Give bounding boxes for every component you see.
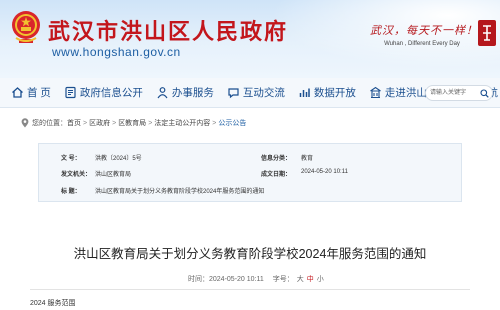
national-emblem-icon: [10, 8, 42, 46]
slogan-english: Wuhan , Different Every Day: [384, 41, 460, 47]
publish-time-label: 时间：: [188, 276, 209, 283]
main-nav: 首 页 政府信息公开 办事服务 互动交流 数据开放 走进洪山 站群导航: [0, 78, 500, 108]
site-url: www.hongshan.gov.cn: [52, 45, 181, 59]
publish-time-value: 2024-05-20 10:11: [209, 275, 264, 283]
doc-number-value: 洪教〔2024〕5号: [95, 156, 142, 162]
breadcrumb-public-content[interactable]: 法定主动公开内容: [154, 118, 210, 128]
category-value: 教育: [301, 156, 314, 162]
breadcrumb-separator: >: [212, 119, 217, 127]
site-header: 武汉市洪山区人民政府 www.hongshan.gov.cn 武汉，每天不一样！…: [0, 0, 500, 78]
article-title: 洪山区教育局关于划分义务教育阶段学校2024年服务范围的通知: [73, 247, 427, 261]
breadcrumb: 您的位置： 首页 > 区政府 > 区教育局 > 法定主动公开内容 > 公示公告: [21, 118, 246, 128]
breadcrumb-prefix: 您的位置：: [32, 120, 67, 127]
breadcrumb-district-government[interactable]: 区政府: [89, 118, 110, 128]
home-icon: [11, 86, 24, 99]
nav-government-info-label: 政府信息公开: [79, 87, 143, 99]
government-info-icon: [64, 86, 77, 99]
article-info-bar: 时间： 2024-05-20 10:11 字号： 大 中 小: [188, 274, 324, 284]
nav-home-label: 首 页: [27, 87, 51, 99]
issuing-agency-value: 洪山区教育局: [95, 172, 132, 178]
article-divider: [30, 289, 470, 290]
site-name[interactable]: 武汉市洪山区人民政府: [48, 14, 288, 46]
chat-icon: [227, 86, 240, 99]
site-search-box: [425, 85, 493, 101]
nav-open-data-label: 数据开放: [313, 87, 356, 99]
breadcrumb-announcements[interactable]: 公示公告: [218, 118, 246, 128]
category-label: 信息分类：: [261, 156, 292, 162]
breadcrumb-separator: >: [112, 119, 117, 127]
written-date-value: 2024-05-20 10:11: [301, 169, 348, 175]
nav-government-info[interactable]: 政府信息公开: [64, 78, 143, 108]
font-size-medium-button[interactable]: 中: [307, 274, 314, 284]
nav-interaction-label: 互动交流: [242, 87, 285, 99]
location-pin-icon: [21, 118, 29, 128]
city-slogan: 武汉，每天不一样！ Wuhan , Different Every Day: [370, 22, 478, 47]
search-input[interactable]: [430, 86, 480, 100]
nav-service-label: 办事服务: [171, 87, 214, 99]
font-size-large-button[interactable]: 大: [297, 274, 304, 284]
breadcrumb-education-bureau[interactable]: 区教育局: [118, 118, 146, 128]
font-size-small-button[interactable]: 小: [317, 274, 324, 284]
doc-number-label: 文 号：: [61, 156, 81, 162]
nav-interaction[interactable]: 互动交流: [227, 78, 285, 108]
wuhan-seal-logo: [478, 20, 496, 46]
breadcrumb-separator: >: [148, 119, 153, 127]
breadcrumb-separator: >: [83, 119, 88, 127]
data-icon: [298, 86, 311, 99]
breadcrumb-home[interactable]: 首页: [67, 118, 81, 128]
doc-title-label: 标 题：: [61, 189, 81, 195]
written-date-label: 成文日期：: [261, 172, 292, 178]
service-icon: [156, 86, 169, 99]
document-metadata-table: 文 号： 洪教〔2024〕5号 信息分类： 教育 发文机关： 洪山区教育局 成文…: [38, 143, 462, 202]
issuing-agency-label: 发文机关：: [61, 172, 92, 178]
slogan-chinese: 武汉，每天不一样！: [370, 24, 478, 37]
font-size-label: 字号：: [272, 276, 294, 283]
nav-about-hongshan[interactable]: 走进洪山: [369, 78, 427, 108]
doc-title-value: 洪山区教育局关于划分义务教育阶段学校2024年服务范围的通知: [95, 189, 265, 195]
nav-open-data[interactable]: 数据开放: [298, 78, 356, 108]
nav-home[interactable]: 首 页: [11, 78, 51, 108]
nav-service[interactable]: 办事服务: [156, 78, 214, 108]
search-icon[interactable]: [480, 88, 489, 98]
article-body-text: 2024 服务范围: [30, 300, 76, 307]
nav-about-hongshan-label: 走进洪山: [384, 87, 427, 99]
building-icon: [369, 86, 382, 99]
